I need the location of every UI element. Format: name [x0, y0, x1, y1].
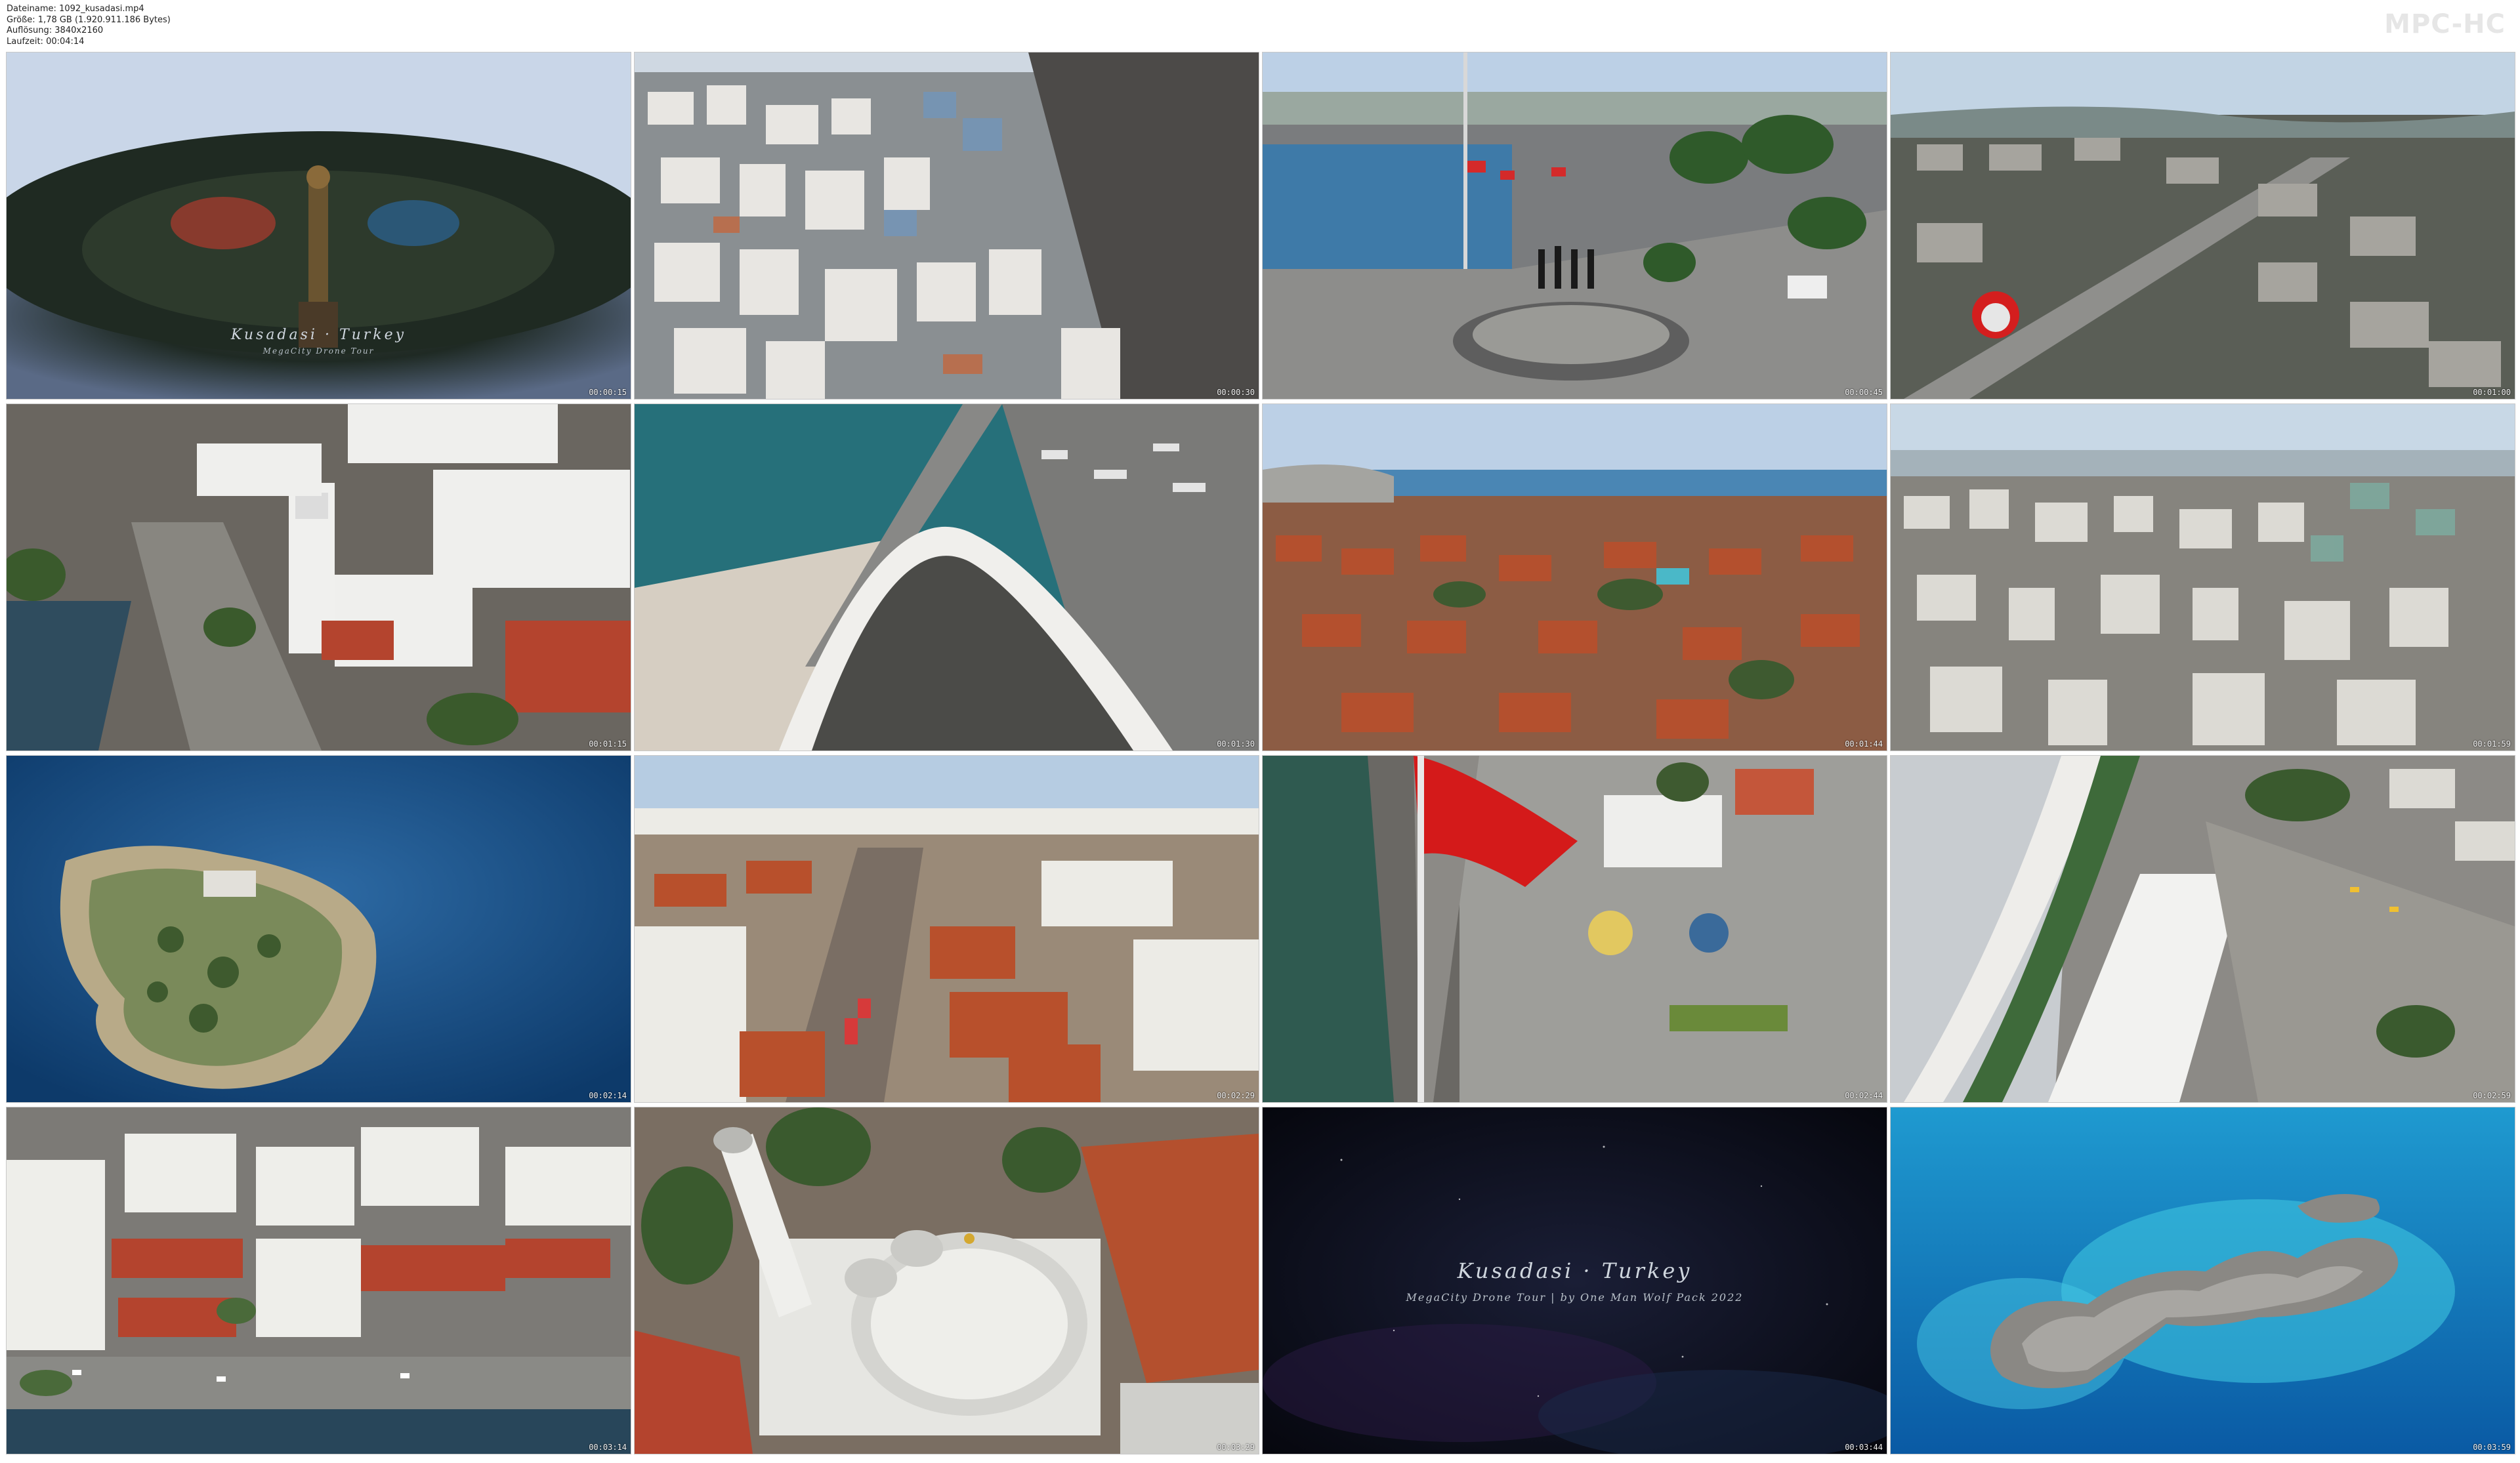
thumbnail-10[interactable]: 00:02:29: [635, 756, 1259, 1102]
timestamp: 00:02:44: [1845, 1091, 1883, 1100]
timestamp: 00:00:15: [589, 388, 627, 397]
thumbnail-11[interactable]: 00:02:44: [1263, 756, 1887, 1102]
end-title: Kusadasi · Turkey: [1457, 1258, 1692, 1283]
thumbnail-7[interactable]: 00:01:44: [1263, 404, 1887, 751]
timestamp: 00:00:30: [1217, 388, 1255, 397]
timestamp: 00:01:44: [1845, 739, 1883, 749]
timestamp: 00:02:14: [589, 1091, 627, 1100]
file-name: Dateiname: 1092_kusadasi.mp4: [7, 4, 144, 14]
timestamp: 00:03:14: [589, 1443, 627, 1452]
file-resolution: Auflösung: 3840x2160: [7, 26, 104, 35]
end-subtitle: MegaCity Drone Tour | by One Man Wolf Pa…: [1406, 1291, 1744, 1304]
timestamp: 00:01:15: [589, 739, 627, 749]
timestamp: 00:01:59: [2473, 739, 2511, 749]
thumbnail-12[interactable]: 00:02:59: [1891, 756, 2515, 1102]
player-brand-logo: MPC-HC: [2384, 9, 2506, 39]
file-size: Größe: 1,78 GB (1.920.911.186 Bytes): [7, 14, 171, 25]
intro-title: Kusadasi · Turkey: [230, 327, 407, 343]
intro-subtitle: MegaCity Drone Tour: [262, 346, 375, 356]
thumbnail-8[interactable]: 00:01:59: [1891, 404, 2515, 751]
thumbnail-9[interactable]: 00:02:14: [7, 756, 631, 1102]
thumbnail-2[interactable]: 00:00:30: [635, 52, 1259, 399]
file-info: Dateiname: 1092_kusadasi.mp4 Größe: 1,78…: [7, 4, 171, 47]
timestamp: 00:01:00: [2473, 388, 2511, 397]
thumbnail-5[interactable]: 00:01:15: [7, 404, 631, 751]
thumbnail-13[interactable]: 00:03:14: [7, 1107, 631, 1454]
timestamp: 00:03:59: [2473, 1443, 2511, 1452]
thumbnail-14[interactable]: 00:03:29: [635, 1107, 1259, 1454]
timestamp: 00:00:45: [1845, 388, 1883, 397]
thumbnail-4[interactable]: 00:01:00: [1891, 52, 2515, 399]
thumbnail-1[interactable]: Kusadasi · Turkey MegaCity Drone Tour 00…: [7, 52, 631, 399]
file-duration: Laufzeit: 00:04:14: [7, 36, 85, 47]
timestamp: 00:01:30: [1217, 739, 1255, 749]
thumbnail-6[interactable]: 00:01:30: [635, 404, 1259, 751]
thumbnail-grid: Kusadasi · Turkey MegaCity Drone Tour 00…: [0, 52, 2520, 1463]
timestamp: 00:03:44: [1845, 1443, 1883, 1452]
thumbnail-15[interactable]: Kusadasi · Turkey MegaCity Drone Tour | …: [1263, 1107, 1887, 1454]
thumbnail-3[interactable]: 00:00:45: [1263, 52, 1887, 399]
timestamp: 00:02:29: [1217, 1091, 1255, 1100]
timestamp: 00:03:29: [1217, 1443, 1255, 1452]
timestamp: 00:02:59: [2473, 1091, 2511, 1100]
thumbnail-16[interactable]: 00:03:59: [1891, 1107, 2515, 1454]
